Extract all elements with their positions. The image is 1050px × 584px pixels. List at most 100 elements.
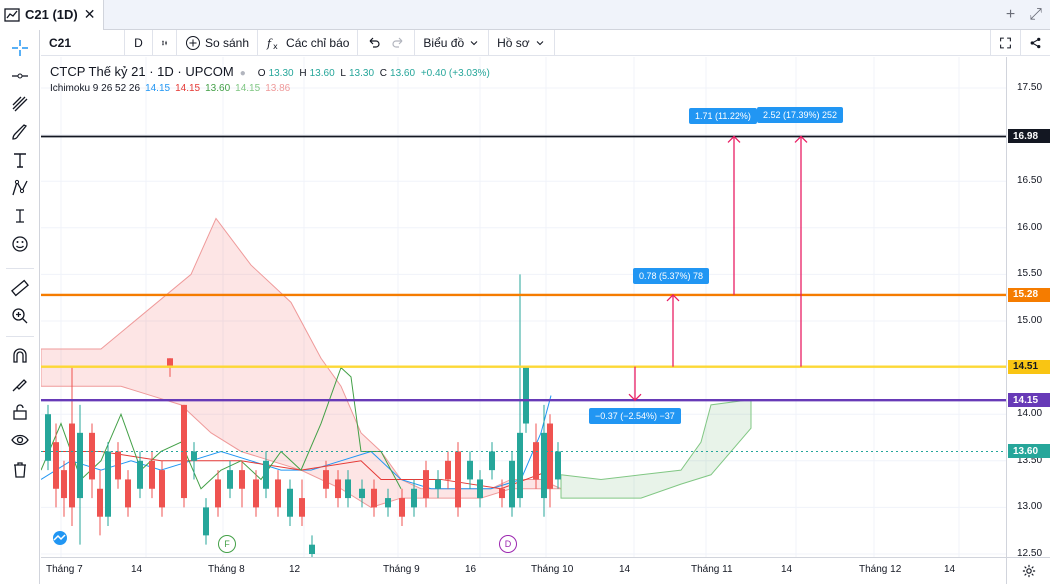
fullscreen-icon	[1000, 37, 1011, 49]
candle-body	[517, 432, 523, 499]
time-tick-label: Tháng 9	[383, 564, 420, 575]
emoji-icon[interactable]	[8, 232, 32, 256]
candle-body	[411, 488, 417, 508]
compare-label: So sánh	[205, 35, 250, 50]
price-tag: 16.98	[1008, 129, 1050, 144]
trash-icon[interactable]	[8, 458, 32, 482]
price-tag: 14.15	[1008, 393, 1050, 408]
close-label: C	[379, 68, 388, 79]
event-marker-d[interactable]: D	[499, 535, 517, 553]
price-tick-label: 13.00	[1017, 501, 1043, 513]
price-axis[interactable]: 17.5017.0016.5016.0015.5015.0014.5014.00…	[1006, 57, 1050, 559]
gear-icon	[1022, 564, 1035, 578]
chart-settings-button[interactable]	[1006, 557, 1050, 584]
fullscreen-button[interactable]	[990, 30, 1020, 56]
chart-type-menu[interactable]: Biểu đồ	[415, 29, 490, 56]
pattern-icon[interactable]	[8, 176, 32, 200]
event-marker-f[interactable]: F	[218, 535, 236, 553]
trend-lines-icon[interactable]	[8, 92, 32, 116]
fx-icon: fx	[266, 37, 278, 51]
candle-type-button[interactable]	[153, 29, 177, 56]
candle-body	[385, 498, 391, 508]
measure-icon[interactable]	[8, 204, 32, 228]
measure-callout[interactable]: 2.52 (17.39%) 252	[757, 107, 844, 123]
indicators-button[interactable]: fx Các chỉ báo	[258, 29, 359, 56]
price-chart[interactable]	[41, 57, 1006, 557]
candle-body	[105, 451, 111, 517]
candle-body	[423, 470, 429, 499]
ruler-icon[interactable]	[8, 276, 32, 300]
chart-toolbar: C21 D So sánh fx Các chỉ báo Biểu đồ Hồ …	[41, 29, 1050, 56]
candle-body	[335, 479, 341, 499]
eye-icon[interactable]	[8, 428, 32, 452]
candle-body	[275, 479, 281, 508]
measure-callout[interactable]: −0.37 (−2.54%) −37	[589, 408, 681, 424]
brush-icon[interactable]	[8, 120, 32, 144]
plus-circle-icon	[186, 35, 200, 50]
price-tick-label: 16.00	[1017, 221, 1043, 233]
zoom-icon[interactable]	[8, 304, 32, 328]
candle-body	[523, 367, 529, 424]
candle-body	[69, 423, 75, 508]
candle-body	[541, 432, 547, 499]
compare-button[interactable]: So sánh	[177, 29, 259, 56]
time-tick-label: Tháng 11	[691, 564, 733, 575]
horizontal-line-icon[interactable]	[8, 64, 32, 88]
candle-body	[159, 470, 165, 508]
candle-body	[97, 488, 103, 517]
chart-icon	[4, 7, 20, 22]
lock-icon[interactable]	[8, 400, 32, 424]
add-tab-icon[interactable]: +	[1006, 6, 1015, 24]
open-value: 13.30	[268, 68, 294, 79]
profile-label: Hồ sơ	[497, 35, 530, 50]
candle-body	[53, 442, 59, 489]
lock-drawing-icon[interactable]	[8, 372, 32, 396]
price-tick-label: 15.00	[1017, 315, 1043, 326]
measure-callout[interactable]: 0.78 (5.37%) 78	[633, 268, 710, 284]
price-tick-label: 17.50	[1017, 82, 1043, 93]
candle-body	[263, 460, 269, 489]
crosshair-icon[interactable]	[8, 36, 32, 60]
magnet-icon[interactable]	[8, 344, 32, 368]
candle-body	[299, 498, 305, 517]
candle-body	[555, 451, 561, 480]
candle-body	[455, 451, 461, 508]
interval-selector[interactable]: D	[125, 29, 153, 56]
candle-body	[547, 423, 553, 489]
high-label: H	[299, 68, 307, 79]
candle-body	[89, 432, 95, 480]
candles-icon	[162, 39, 167, 46]
time-tick-label: 14	[944, 564, 956, 575]
symbol-search[interactable]: C21	[41, 29, 125, 56]
text-icon[interactable]	[8, 148, 32, 172]
ichimoku-value: 14.15	[175, 83, 201, 94]
candle-body	[149, 460, 155, 489]
ichimoku-value: 13.60	[205, 83, 231, 94]
chart-legend: CTCP Thế kỷ 21 · 1D · UPCOM ● O 13.30 H 13…	[50, 64, 493, 94]
market-status-icon: ●	[239, 68, 246, 79]
candle-body	[533, 442, 539, 480]
profile-menu[interactable]: Hồ sơ	[489, 29, 555, 56]
ichimoku-value: 14.15	[145, 83, 171, 94]
candle-body	[359, 488, 365, 499]
time-tick-label: Tháng 7	[46, 564, 83, 575]
indicators-label: Các chỉ báo	[286, 35, 350, 50]
high-value: 13.60	[309, 68, 335, 79]
undo-icon[interactable]	[366, 35, 382, 51]
time-tick-label: Tháng 12	[859, 564, 902, 575]
ichimoku-legend[interactable]: Ichimoku 9 26 52 26 14.15 14.15 13.60 14.15…	[50, 83, 493, 94]
redo-icon[interactable]	[390, 35, 406, 51]
share-button[interactable]	[1020, 30, 1050, 56]
chart-tab[interactable]: C21 (1D) ✕	[0, 0, 105, 30]
measure-callout[interactable]: 1.71 (11.22%)	[689, 108, 757, 124]
time-axis[interactable]: Tháng 7 14 Tháng 8 12 Tháng 9 16 Tháng 10 14 Thá…	[41, 557, 1006, 584]
ichimoku-label: Ichimoku 9 26 52 26	[50, 83, 141, 94]
time-tick-label: 14	[619, 564, 631, 575]
close-icon[interactable]: ✕	[84, 6, 96, 23]
price-tick-label: 16.50	[1017, 175, 1043, 187]
candle-body	[239, 470, 245, 489]
candle-body	[77, 432, 83, 499]
expand-icon[interactable]: ⤢	[1029, 6, 1042, 24]
price-tag: 13.60	[1008, 444, 1050, 459]
toolbar-divider	[6, 268, 34, 269]
